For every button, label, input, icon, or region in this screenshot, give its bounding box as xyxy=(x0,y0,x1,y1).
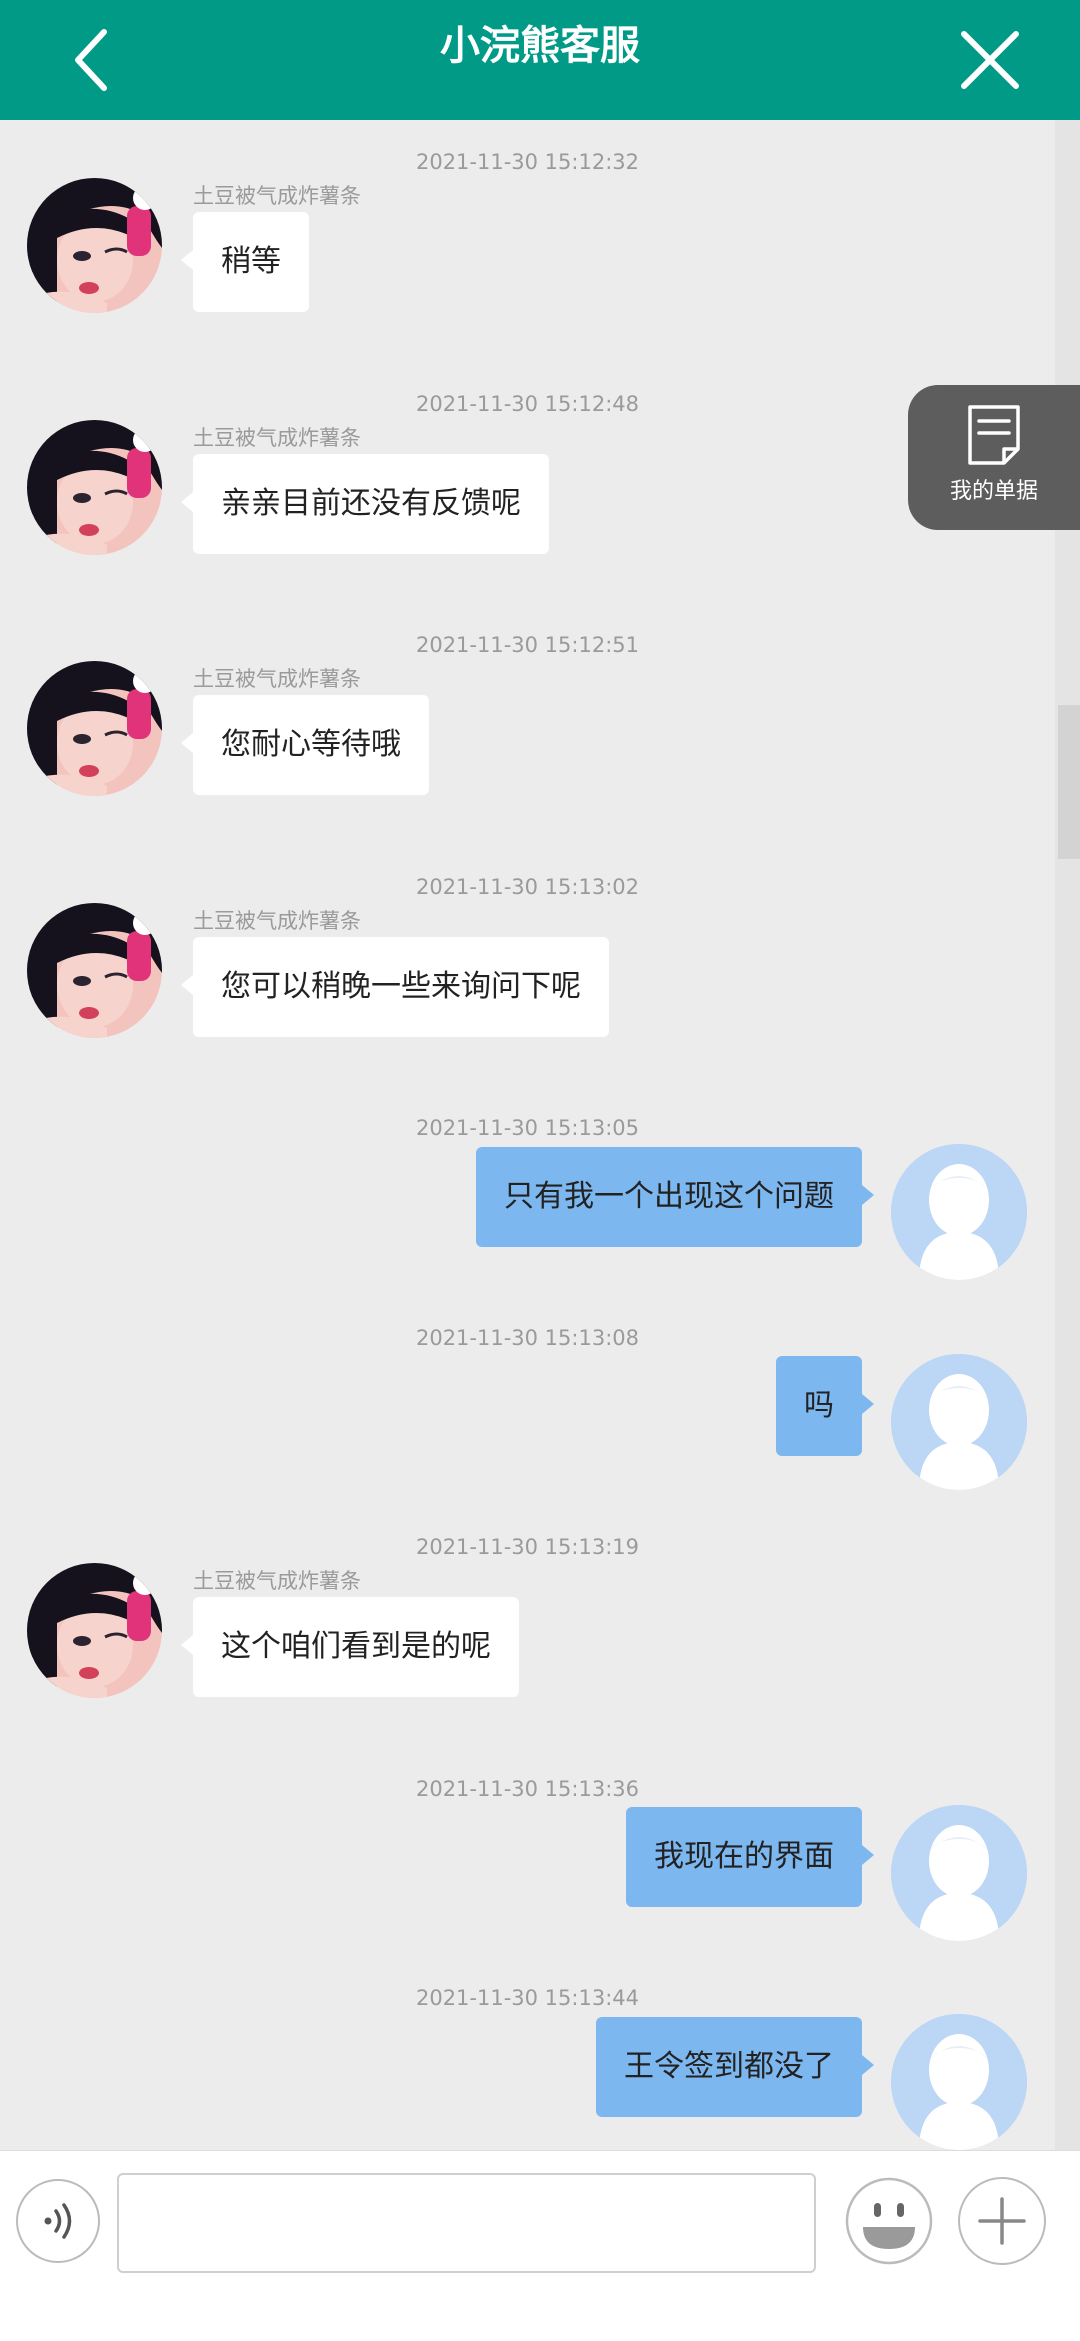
user-avatar[interactable] xyxy=(891,1144,1027,1280)
agent-avatar[interactable] xyxy=(27,1563,162,1698)
user-avatar-image xyxy=(891,1805,1027,1941)
my-orders-label: 我的单据 xyxy=(949,479,1038,504)
sender-name: 土豆被气成炸薯条 xyxy=(193,184,361,208)
message-timestamp: 2021-11-30 15:13:36 xyxy=(415,1777,640,1801)
outgoing-message-bubble: 王令签到都没了 xyxy=(596,2017,874,2117)
agent-avatar[interactable] xyxy=(27,178,162,313)
user-avatar-image xyxy=(891,1144,1027,1280)
voice-icon xyxy=(44,2203,72,2239)
incoming-message-bubble: 亲亲目前还没有反馈呢 xyxy=(181,454,549,554)
close-button[interactable] xyxy=(952,22,1028,98)
incoming-message-bubble: 稍等 xyxy=(181,212,309,312)
page-title: 小浣熊客服 xyxy=(440,23,640,69)
outgoing-message-bubble: 我现在的界面 xyxy=(626,1807,874,1907)
document-icon xyxy=(968,405,1020,465)
incoming-message-bubble: 您耐心等待哦 xyxy=(181,695,429,795)
user-avatar-image xyxy=(891,2014,1027,2150)
sender-name: 土豆被气成炸薯条 xyxy=(193,667,361,691)
message-timestamp: 2021-11-30 15:12:48 xyxy=(415,392,640,416)
agent-avatar[interactable] xyxy=(27,420,162,555)
message-input[interactable] xyxy=(117,2173,816,2273)
agent-avatar[interactable] xyxy=(27,903,162,1038)
sender-name: 土豆被气成炸薯条 xyxy=(193,426,361,450)
sender-name: 土豆被气成炸薯条 xyxy=(193,1569,361,1593)
message-timestamp: 2021-11-30 15:13:08 xyxy=(415,1326,640,1350)
outgoing-message-bubble: 只有我一个出现这个问题 xyxy=(476,1147,874,1247)
agent-avatar-image xyxy=(27,1563,162,1698)
voice-input-button[interactable] xyxy=(16,2179,100,2263)
user-avatar-image xyxy=(891,1354,1027,1490)
message-timestamp: 2021-11-30 15:13:02 xyxy=(415,875,640,899)
agent-avatar-image xyxy=(27,178,162,313)
chat-message-list[interactable]: 2021-11-30 15:12:32 土豆被气成炸薯条 稍等 2021-11-… xyxy=(0,120,1055,2150)
message-timestamp: 2021-11-30 15:12:32 xyxy=(415,150,640,174)
close-icon xyxy=(961,31,1019,89)
outgoing-message-bubble: 吗 xyxy=(776,1356,874,1456)
message-timestamp: 2021-11-30 15:13:44 xyxy=(415,1986,640,2010)
plus-icon xyxy=(978,2197,1026,2245)
agent-avatar-image xyxy=(27,420,162,555)
smiley-icon xyxy=(845,2177,933,2265)
incoming-message-bubble: 这个咱们看到是的呢 xyxy=(181,1597,519,1697)
more-options-button[interactable] xyxy=(958,2177,1046,2265)
incoming-message-bubble: 您可以稍晚一些来询问下呢 xyxy=(181,937,609,1037)
message-timestamp: 2021-11-30 15:13:05 xyxy=(415,1116,640,1140)
sender-name: 土豆被气成炸薯条 xyxy=(193,909,361,933)
app-header: 小浣熊客服 xyxy=(0,0,1080,120)
message-timestamp: 2021-11-30 15:13:19 xyxy=(415,1535,640,1559)
my-orders-button[interactable]: 我的单据 xyxy=(908,385,1080,530)
message-timestamp: 2021-11-30 15:12:51 xyxy=(415,633,640,657)
emoji-button[interactable] xyxy=(845,2177,933,2265)
agent-avatar-image xyxy=(27,903,162,1038)
user-avatar[interactable] xyxy=(891,2014,1027,2150)
agent-avatar-image xyxy=(27,661,162,796)
agent-avatar[interactable] xyxy=(27,661,162,796)
user-avatar[interactable] xyxy=(891,1805,1027,1941)
scrollbar-thumb[interactable] xyxy=(1058,705,1080,859)
input-bar xyxy=(0,2150,1080,2341)
user-avatar[interactable] xyxy=(891,1354,1027,1490)
